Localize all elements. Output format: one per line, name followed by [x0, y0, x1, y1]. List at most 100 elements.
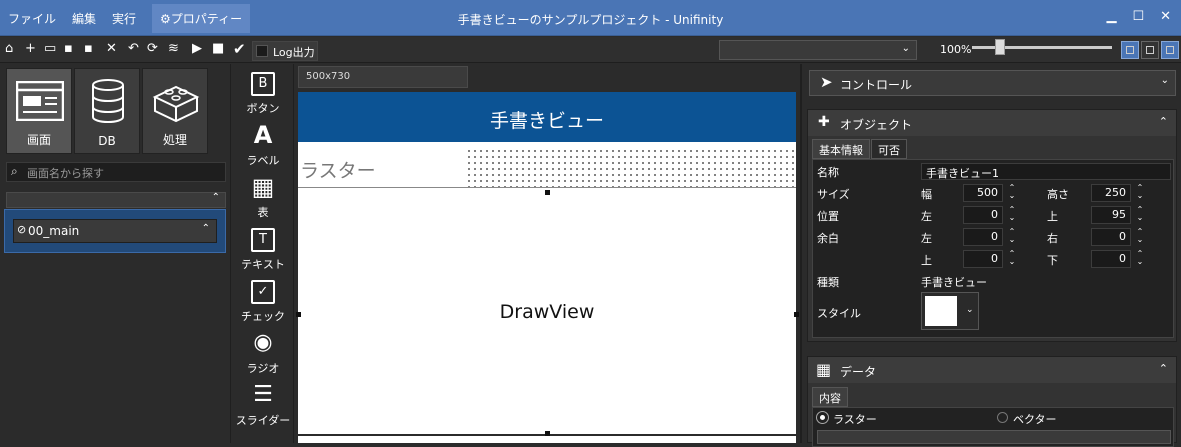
palette-radio[interactable]: ◉ ラジオ: [231, 330, 295, 380]
left-stepper[interactable]: ⌃ ⌄: [1005, 206, 1019, 224]
screen-item-label: 00_main: [28, 224, 80, 238]
margin-top-input[interactable]: 0: [963, 250, 1003, 268]
log-output-label: Log出力: [273, 46, 315, 59]
palette-label-label: ラベル: [246, 154, 280, 167]
minimize-icon[interactable]: ▁: [1106, 9, 1116, 24]
vector-radio[interactable]: [997, 412, 1008, 423]
stop-icon[interactable]: ■: [212, 42, 224, 56]
tab-content[interactable]: 内容: [812, 387, 848, 407]
text-icon: T: [251, 228, 275, 252]
position-label: 位置: [817, 210, 839, 223]
style-select[interactable]: ⌄: [921, 292, 979, 330]
design-canvas: 500x730 手書きビュー ラスター DrawView: [295, 64, 799, 443]
raster-radio[interactable]: [817, 412, 828, 423]
palette-check[interactable]: ✓ チェック: [231, 278, 295, 328]
screen-item-00-main[interactable]: ⊘ 00_main ⌃: [13, 219, 217, 243]
close-icon[interactable]: ✕: [1160, 9, 1171, 24]
palette-table[interactable]: ▦ 表: [231, 174, 295, 224]
chevron-up-icon[interactable]: ⌃: [202, 223, 210, 234]
control-palette: B ボタン A ラベル ▦ 表 T テキスト ✓ チェック ◉ ラジオ ☰ スラ…: [230, 64, 294, 443]
palette-slider[interactable]: ☰ スライダー: [231, 382, 295, 432]
category-process-label: 処理: [162, 133, 187, 147]
full-view-icon: [1166, 46, 1174, 54]
category-process[interactable]: 処理: [142, 68, 208, 154]
data-tabs: 内容: [812, 387, 849, 407]
margin-bottom-stepper[interactable]: ⌃ ⌄: [1133, 250, 1147, 268]
palette-button[interactable]: B ボタン: [231, 70, 295, 120]
new-icon[interactable]: +: [25, 42, 36, 56]
page-header-bar[interactable]: 手書きビュー: [298, 92, 796, 142]
resize-handle-top[interactable]: [545, 190, 550, 195]
screen-item-selected[interactable]: ⊘ 00_main ⌃: [4, 209, 226, 253]
puzzle-icon: ✚: [818, 114, 830, 130]
control-select[interactable]: ➤ コントロール ⌄: [809, 70, 1176, 96]
close-project-icon[interactable]: ✕: [106, 42, 117, 56]
refresh-icon[interactable]: ⟳: [147, 42, 158, 56]
device-select[interactable]: ⌄: [719, 40, 917, 60]
chevron-up-icon[interactable]: ⌃: [1159, 115, 1168, 128]
left-label: 左: [921, 210, 932, 223]
resize-handle-right[interactable]: [794, 312, 799, 317]
window-controls: ▁ ☐ ✕: [1106, 9, 1171, 24]
margin-left-stepper[interactable]: ⌃ ⌄: [1005, 228, 1019, 246]
drawview-element[interactable]: DrawView: [298, 188, 796, 434]
size-label: サイズ: [817, 188, 850, 201]
wifi-icon[interactable]: ≋: [168, 42, 179, 56]
data-section-header[interactable]: ▦ データ ⌃: [808, 357, 1176, 383]
zoom-slider-thumb[interactable]: [995, 39, 1005, 55]
margin-left-input[interactable]: 0: [963, 228, 1003, 246]
width-input[interactable]: 500: [963, 184, 1003, 202]
data-section: ▦ データ ⌃ 内容 ラスター ベクター: [807, 356, 1177, 447]
open-folder-icon[interactable]: ▭: [44, 42, 56, 56]
top-stepper[interactable]: ⌃ ⌄: [1133, 206, 1147, 224]
canvas-size-tab[interactable]: 500x730: [298, 66, 468, 88]
margin-right-input[interactable]: 0: [1091, 228, 1131, 246]
palette-slider-label: スライダー: [235, 414, 291, 427]
view-single-button[interactable]: [1121, 41, 1139, 59]
kind-label: 種類: [817, 276, 839, 289]
view-full-button[interactable]: [1161, 41, 1179, 59]
width-stepper[interactable]: ⌃ ⌄: [1005, 184, 1019, 202]
tab-basic-info[interactable]: 基本情報: [812, 139, 870, 159]
raster-row[interactable]: ラスター: [298, 142, 796, 188]
style-swatch: [925, 296, 957, 326]
margin-right-stepper[interactable]: ⌃ ⌄: [1133, 228, 1147, 246]
object-section-header[interactable]: ✚ オブジェクト ⌃: [808, 110, 1176, 136]
play-icon[interactable]: ▶: [192, 42, 202, 56]
palette-text[interactable]: T テキスト: [231, 226, 295, 276]
margin-bottom-input[interactable]: 0: [1091, 250, 1131, 268]
palette-label[interactable]: A ラベル: [231, 122, 295, 172]
top-input[interactable]: 95: [1091, 206, 1131, 224]
category-screen[interactable]: 画面: [6, 68, 72, 154]
undo-icon[interactable]: ↶: [128, 42, 139, 56]
category-screen-label: 画面: [26, 133, 51, 147]
save-all-icon[interactable]: ▪: [84, 42, 93, 56]
properties-panel: ➤ コントロール ⌄ ✚ オブジェクト ⌃ 基本情報 可否 名称 手書きビュー1…: [800, 64, 1181, 447]
resize-handle-left[interactable]: [296, 312, 301, 317]
log-output-box[interactable]: [256, 45, 268, 57]
palette-button-label: ボタン: [246, 102, 280, 115]
home-icon[interactable]: ⌂: [5, 42, 13, 56]
name-input[interactable]: 手書きビュー1: [921, 163, 1171, 180]
screen-search-input[interactable]: ⌕ 画面名から探す: [6, 162, 226, 182]
table-icon: ▦: [816, 360, 832, 379]
screen-icon: [16, 81, 64, 121]
category-db[interactable]: DB: [74, 68, 140, 154]
chevron-up-icon[interactable]: ⌃: [1159, 362, 1168, 375]
maximize-icon[interactable]: ☐: [1132, 9, 1144, 24]
background-image-select[interactable]: [817, 430, 1171, 444]
height-stepper[interactable]: ⌃ ⌄: [1133, 184, 1147, 202]
zoom-slider[interactable]: [972, 46, 1112, 49]
single-view-icon: [1126, 46, 1134, 54]
check-mark-icon[interactable]: ✔: [233, 42, 246, 57]
tab-availability[interactable]: 可否: [871, 139, 907, 159]
height-input[interactable]: 250: [1091, 184, 1131, 202]
left-input[interactable]: 0: [963, 206, 1003, 224]
log-output-checkbox[interactable]: Log出力: [252, 41, 318, 61]
screen-group-header[interactable]: ⌃: [6, 192, 226, 208]
view-split-button[interactable]: [1141, 41, 1159, 59]
vector-radio-label: ベクター: [1013, 413, 1057, 426]
save-icon[interactable]: ▪: [64, 42, 73, 56]
raster-label: ラスター: [300, 160, 376, 182]
margin-top-stepper[interactable]: ⌃ ⌄: [1005, 250, 1019, 268]
